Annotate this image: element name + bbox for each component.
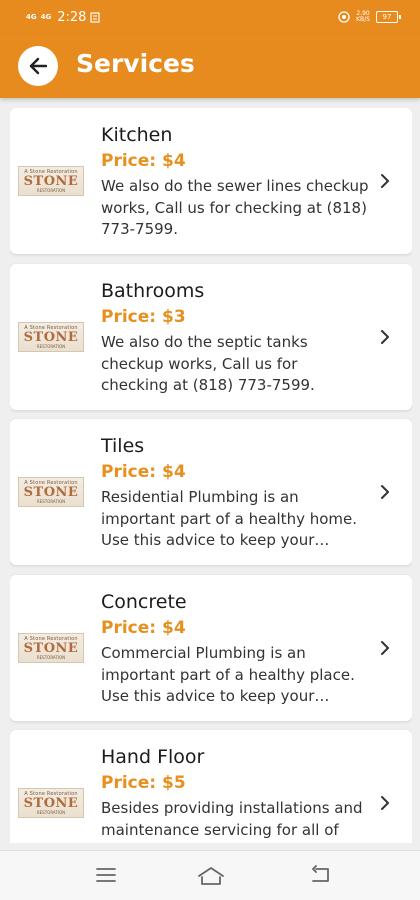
service-title: Kitchen — [101, 124, 173, 146]
system-nav-bar — [0, 850, 420, 900]
network-speed: 2.90 KB/S — [356, 11, 370, 23]
service-thumbnail: A Stone Restoration STONE RESTORATION — [18, 633, 84, 663]
signal-1-label: 4G — [26, 12, 37, 21]
service-card-bathrooms[interactable]: A Stone Restoration STONE RESTORATION Ba… — [10, 264, 412, 410]
service-card-concrete[interactable]: A Stone Restoration STONE RESTORATION Co… — [10, 575, 412, 721]
service-title: Tiles — [101, 435, 145, 457]
app-bar: Services — [0, 34, 420, 98]
service-title: Concrete — [101, 591, 187, 613]
status-left: 4G 4G 2:28 — [26, 9, 101, 25]
chevron-right-icon[interactable] — [378, 483, 392, 501]
service-thumbnail: A Stone Restoration STONE RESTORATION — [18, 322, 84, 352]
thumbnail-line-2: STONE — [23, 173, 79, 189]
thumbnail-line-3: RESTORATION — [36, 654, 66, 660]
service-card-tiles[interactable]: A Stone Restoration STONE RESTORATION Ti… — [10, 419, 412, 565]
thumbnail-line-2: STONE — [23, 484, 79, 500]
service-description: We also do the septic tanks checkup work… — [101, 333, 315, 394]
service-card-hand-floor[interactable]: A Stone Restoration STONE RESTORATION Ha… — [10, 730, 412, 843]
service-price: Price: $4 — [101, 618, 186, 638]
status-bar: 4G 4G 2:28 2.90 KB/S 97 — [0, 0, 420, 34]
page-title: Services — [76, 49, 195, 78]
service-price: Price: $5 — [101, 773, 186, 793]
service-thumbnail: A Stone Restoration STONE RESTORATION — [18, 166, 84, 196]
services-list[interactable]: A Stone Restoration STONE RESTORATION Ki… — [10, 108, 412, 843]
battery-level: 97 — [382, 13, 392, 21]
thumbnail-line-3: RESTORATION — [36, 187, 66, 193]
home-icon[interactable] — [197, 865, 225, 887]
network-speed-unit: KB/S — [356, 16, 370, 23]
thumbnail-line-2: STONE — [23, 640, 79, 656]
service-price: Price: $4 — [101, 462, 186, 482]
service-description: Residential Plumbing is an important par… — [101, 488, 358, 549]
signal-icon: 4G — [40, 12, 52, 21]
battery-icon: 97 — [376, 11, 401, 23]
notification-icon — [90, 11, 101, 23]
chevron-right-icon[interactable] — [378, 639, 392, 657]
back-icon[interactable] — [310, 865, 332, 885]
chevron-right-icon[interactable] — [378, 794, 392, 812]
status-right: 2.90 KB/S 97 — [338, 11, 401, 23]
thumbnail-line-2: STONE — [23, 795, 79, 811]
thumbnail-line-2: STONE — [23, 329, 79, 345]
service-card-kitchen[interactable]: A Stone Restoration STONE RESTORATION Ki… — [10, 108, 412, 254]
service-thumbnail: A Stone Restoration STONE RESTORATION — [18, 788, 84, 818]
thumbnail-line-3: RESTORATION — [36, 343, 66, 349]
status-time: 2:28 — [57, 9, 87, 25]
service-title: Hand Floor — [101, 746, 205, 768]
thumbnail-line-3: RESTORATION — [36, 809, 66, 815]
service-price: Price: $4 — [101, 151, 186, 171]
hotspot-icon — [338, 11, 350, 23]
back-button[interactable] — [18, 46, 58, 86]
signal-icon: 4G — [26, 12, 37, 21]
service-description: We also do the sewer lines checkup works… — [101, 177, 369, 238]
menu-icon[interactable] — [95, 865, 117, 885]
service-title: Bathrooms — [101, 280, 205, 302]
service-description: Commercial Plumbing is an important part… — [101, 644, 355, 705]
arrow-left-icon — [29, 57, 48, 75]
service-price: Price: $3 — [101, 307, 186, 327]
chevron-right-icon[interactable] — [378, 328, 392, 346]
service-thumbnail: A Stone Restoration STONE RESTORATION — [18, 477, 84, 507]
thumbnail-line-3: RESTORATION — [36, 498, 66, 504]
service-description: Besides providing installations and main… — [101, 799, 363, 843]
chevron-right-icon[interactable] — [378, 172, 392, 190]
signal-2-label: 4G — [40, 12, 52, 21]
